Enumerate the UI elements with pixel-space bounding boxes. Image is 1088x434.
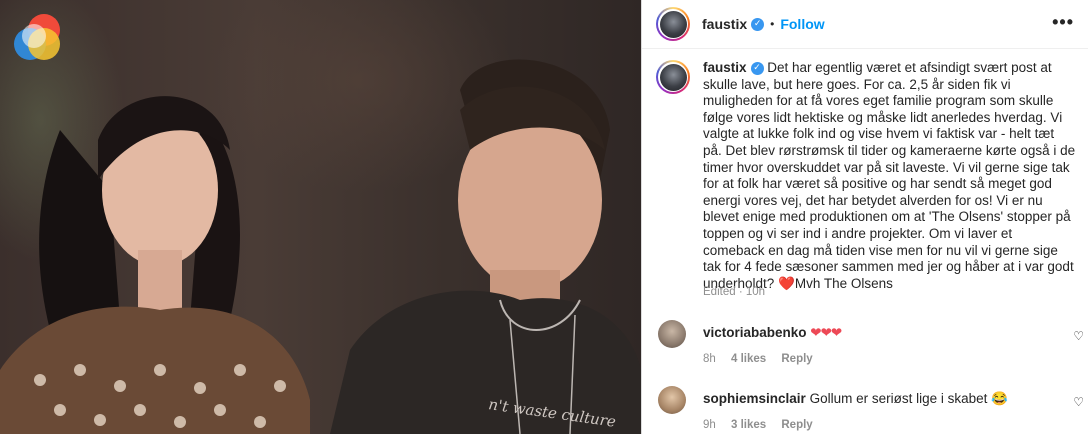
author-avatar[interactable] [656,7,690,41]
heart-outline-icon[interactable]: ♡ [1073,329,1084,343]
channel-logo [14,14,60,60]
person-left-image [0,96,310,434]
caption-body: Det har egentlig været et afsindigt svær… [703,60,1076,291]
reply-button[interactable]: Reply [781,419,812,431]
comment-emoji: 😂 [991,391,1008,406]
check-badge-icon: ✓ [751,17,765,31]
commenter-avatar[interactable] [658,386,686,414]
caption-author-avatar[interactable] [656,60,690,94]
edited-label: Edited [703,286,736,298]
follow-button[interactable]: Follow [780,16,824,32]
post-side-panel: faustix ✓ • Follow ••• faustix ✓ Det har … [642,0,1088,434]
person-right-image [330,59,641,434]
caption-signoff: Mvh The Olsens [794,275,893,291]
caption-username[interactable]: faustix [703,60,747,75]
check-badge-icon: ✓ [750,61,764,75]
separator-dot: • [770,17,775,31]
comment-likes[interactable]: 4 likes [731,353,766,365]
commenter-avatar[interactable] [658,320,686,348]
comment-item: victoriababenko ❤❤❤ 8h 4 likes Reply ♡ [656,320,1086,370]
header-divider [642,48,1088,49]
comment-body: Gollum er seriøst lige i skabet [809,391,988,406]
comment-text: victoriababenko ❤❤❤ [703,325,1043,341]
comment-meta: 9h 3 likes Reply [703,419,825,431]
post-caption: faustix ✓ Det har egentlig været et afsin… [656,60,1076,292]
caption-text: faustix ✓ Det har egentlig været et afsin… [703,60,1076,292]
heart-emoji: ❤️ [778,275,795,291]
author-username[interactable]: faustix [702,16,747,32]
commenter-username[interactable]: victoriababenko [703,325,807,340]
post-header: faustix ✓ • Follow [642,0,1088,48]
heart-outline-icon[interactable]: ♡ [1073,395,1084,409]
comment-emoji: ❤❤❤ [810,325,842,340]
comment-time: 9h [703,419,716,431]
comment-meta: 8h 4 likes Reply [703,353,825,365]
post-media[interactable]: n't waste culture [0,0,641,434]
more-horizontal-icon[interactable]: ••• [1052,12,1074,33]
comment-likes[interactable]: 3 likes [731,419,766,431]
comment-item: sophiemsinclair Gollum er seriøst lige i… [656,386,1086,434]
post-meta: Edited · 10h [703,286,766,298]
comment-time: 8h [703,353,716,365]
commenter-username[interactable]: sophiemsinclair [703,391,806,406]
comment-text: sophiemsinclair Gollum er seriøst lige i… [703,391,1043,407]
reply-button[interactable]: Reply [781,353,812,365]
post-age: 10h [745,286,766,298]
